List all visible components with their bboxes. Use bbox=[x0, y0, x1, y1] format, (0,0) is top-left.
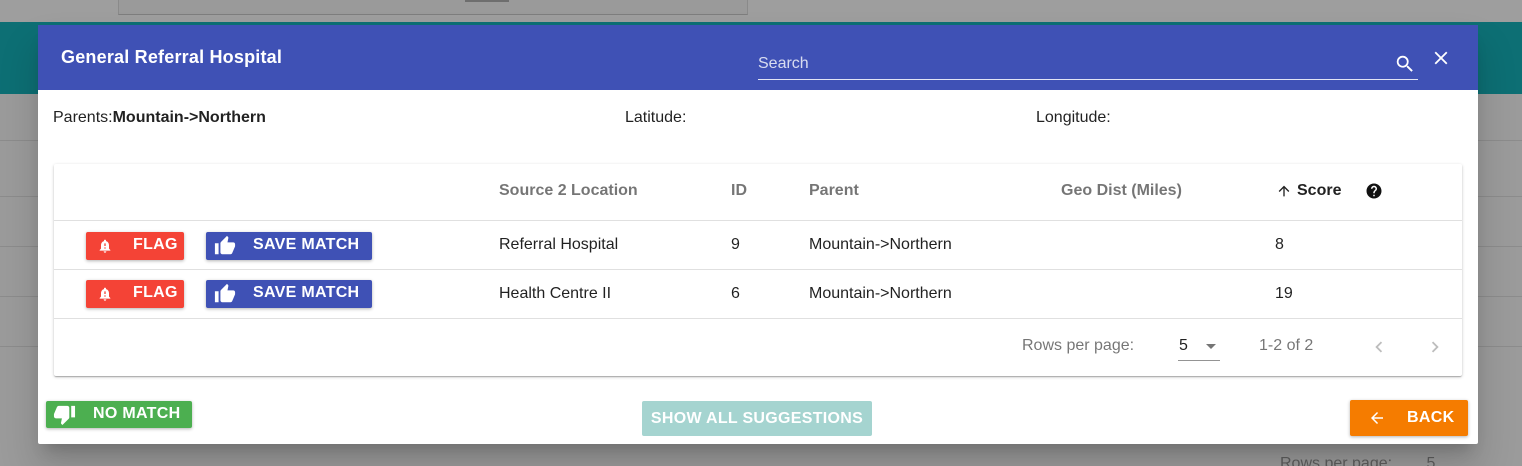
latitude-info: Latitude: bbox=[625, 109, 686, 127]
arrow-back-icon bbox=[1371, 412, 1383, 424]
latitude-label: Latitude: bbox=[625, 109, 687, 126]
cell-parent: Mountain->Northern bbox=[809, 285, 952, 302]
cell-location: Referral Hospital bbox=[499, 236, 619, 253]
no-match-button[interactable]: NO MATCH bbox=[46, 401, 192, 428]
rows-per-page-select[interactable]: 5 bbox=[1178, 331, 1220, 361]
cell-id: 6 bbox=[731, 285, 740, 302]
search-field[interactable] bbox=[758, 50, 1418, 80]
cell-parent: Mountain->Northern bbox=[809, 236, 952, 253]
column-header-geo-dist[interactable]: Geo Dist (Miles) bbox=[1061, 182, 1182, 200]
rows-per-page-label: Rows per page: bbox=[1022, 337, 1135, 354]
column-header-id[interactable]: ID bbox=[731, 182, 747, 200]
parents-label: Parents: bbox=[53, 109, 113, 126]
location-info: Parents:Mountain->Northern Latitude: Lon… bbox=[53, 109, 1453, 131]
parents-value: Mountain->Northern bbox=[112, 109, 266, 126]
background-card-handle bbox=[465, 0, 509, 2]
match-dialog: General Referral Hospital Parents:Mounta… bbox=[38, 25, 1478, 444]
dialog-title: General Referral Hospital bbox=[61, 47, 283, 67]
sort-ascending-icon[interactable] bbox=[1276, 183, 1292, 199]
cell-id: 9 bbox=[731, 236, 740, 253]
parents-info: Parents:Mountain->Northern bbox=[53, 109, 266, 127]
rows-per-page-value: 5 bbox=[1179, 337, 1188, 354]
table-row: FLAG SAVE MATCH Health Centre II 6 Mount… bbox=[54, 270, 1462, 319]
bell-alert-icon bbox=[99, 239, 111, 253]
column-header-score[interactable]: Score bbox=[1297, 182, 1341, 200]
thumb-up-icon bbox=[214, 283, 236, 303]
background-pagination: Rows per page: 5 bbox=[1280, 455, 1435, 466]
table-header: Source 2 Location ID Parent Geo Dist (Mi… bbox=[54, 164, 1462, 221]
no-match-button-label: NO MATCH bbox=[93, 405, 181, 422]
pagination-range: 1-2 of 2 bbox=[1259, 337, 1314, 354]
show-all-suggestions-button[interactable]: SHOW ALL SUGGESTIONS bbox=[642, 401, 872, 436]
flag-button-label: FLAG bbox=[133, 236, 178, 253]
thumb-down-icon bbox=[53, 405, 76, 426]
save-match-button-label: SAVE MATCH bbox=[253, 284, 360, 301]
back-button[interactable]: BACK bbox=[1350, 400, 1468, 436]
table-row: FLAG SAVE MATCH Referral Hospital 9 Moun… bbox=[54, 221, 1462, 270]
help-icon[interactable] bbox=[1365, 182, 1383, 200]
background-card bbox=[118, 0, 748, 15]
save-match-button-label: SAVE MATCH bbox=[253, 236, 360, 253]
flag-button[interactable]: FLAG bbox=[86, 280, 184, 308]
bell-alert-icon bbox=[99, 287, 111, 301]
chevron-right-icon[interactable] bbox=[1424, 336, 1446, 358]
cell-score: 8 bbox=[1275, 236, 1284, 253]
flag-button[interactable]: FLAG bbox=[86, 232, 184, 260]
chevron-left-icon[interactable] bbox=[1368, 336, 1390, 358]
save-match-button[interactable]: SAVE MATCH bbox=[206, 280, 372, 308]
longitude-label: Longitude: bbox=[1036, 109, 1111, 126]
table-pagination: Rows per page: 5 1-2 of 2 bbox=[54, 319, 1462, 375]
back-button-label: BACK bbox=[1407, 409, 1455, 426]
background-rows-per-page-label: Rows per page: bbox=[1280, 455, 1393, 466]
close-icon[interactable] bbox=[1430, 47, 1452, 69]
save-match-button[interactable]: SAVE MATCH bbox=[206, 232, 372, 260]
column-header-source-location[interactable]: Source 2 Location bbox=[499, 182, 638, 200]
search-input[interactable] bbox=[758, 50, 1388, 78]
dialog-toolbar: General Referral Hospital bbox=[38, 25, 1478, 90]
background-rows-per-page-value: 5 bbox=[1426, 455, 1436, 466]
flag-button-label: FLAG bbox=[133, 284, 178, 301]
chevron-down-icon bbox=[1206, 344, 1216, 349]
column-header-parent[interactable]: Parent bbox=[809, 182, 859, 200]
cell-score: 19 bbox=[1275, 285, 1293, 302]
longitude-info: Longitude: bbox=[1036, 109, 1111, 127]
thumb-up-icon bbox=[214, 235, 236, 255]
search-icon[interactable] bbox=[1394, 53, 1416, 75]
cell-location: Health Centre II bbox=[499, 285, 612, 302]
suggestions-table: Source 2 Location ID Parent Geo Dist (Mi… bbox=[54, 164, 1462, 376]
